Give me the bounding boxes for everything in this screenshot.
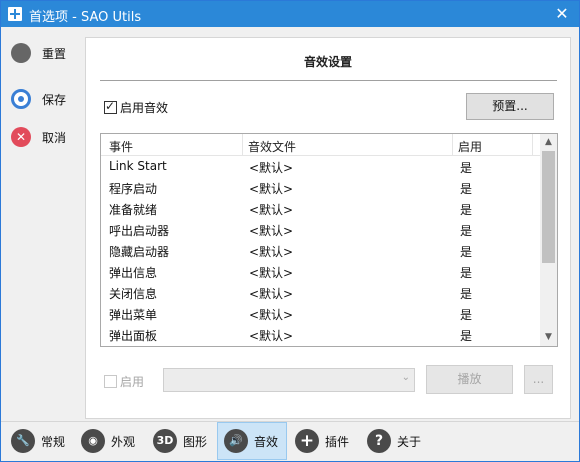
enabled-cell: 是 bbox=[460, 266, 473, 280]
save-label: 保存 bbox=[42, 92, 67, 107]
chevron-down-icon: ⌄ bbox=[401, 372, 410, 383]
enable-sfx-label: 启用音效 bbox=[120, 101, 169, 115]
save-icon bbox=[11, 89, 31, 109]
app-icon bbox=[8, 7, 22, 21]
event-cell: 隐藏启动器 bbox=[109, 245, 170, 259]
file-cell: <默认> bbox=[249, 203, 294, 217]
file-cell: <默认> bbox=[249, 245, 294, 259]
tab-label: 插件 bbox=[325, 434, 350, 449]
section-title: 音效设置 bbox=[303, 55, 352, 69]
table-row[interactable]: 隐藏启动器 <默认> 是 bbox=[101, 240, 541, 261]
list-header: 事件 音效文件 启用 bbox=[101, 134, 541, 156]
tab-sound[interactable]: 🔊 音效 bbox=[217, 422, 287, 460]
tab-label: 常规 bbox=[41, 434, 66, 449]
list-scrollbar[interactable]: ▲ ▼ bbox=[540, 134, 557, 346]
file-cell: <默认> bbox=[249, 161, 294, 175]
event-cell: 准备就绪 bbox=[109, 203, 158, 217]
close-button[interactable]: ✕ bbox=[551, 3, 573, 25]
enable-sfx-checkbox[interactable]: 启用音效 bbox=[104, 99, 168, 116]
window-title: 首选项 - SAO Utils bbox=[29, 10, 142, 25]
tab-appearance[interactable]: ◉ 外观 bbox=[75, 422, 145, 460]
plus-icon: + bbox=[295, 429, 319, 453]
table-row[interactable]: 弹出菜单 <默认> 是 bbox=[101, 303, 541, 324]
table-row[interactable]: Link Start <默认> 是 bbox=[101, 156, 541, 177]
enabled-cell: 是 bbox=[460, 287, 473, 301]
enabled-cell: 是 bbox=[460, 245, 473, 259]
3d-icon: 3D bbox=[153, 429, 177, 453]
enabled-cell: 是 bbox=[460, 203, 473, 217]
tab-plugins[interactable]: + 插件 bbox=[289, 422, 359, 460]
title-bar: 首选项 - SAO Utils ✕ bbox=[1, 1, 579, 27]
event-cell: 程序启动 bbox=[109, 182, 158, 196]
sound-event-list[interactable]: 事件 音效文件 启用 Link Start <默认> 是 程序启动 <默认> 是… bbox=[100, 133, 558, 347]
file-cell: <默认> bbox=[249, 287, 294, 301]
eye-icon: ◉ bbox=[81, 429, 105, 453]
category-tab-bar: 🔧 常规 ◉ 外观 3D 图形 🔊 音效 + 插件 ? 关于 bbox=[1, 421, 579, 461]
scroll-up-arrow-icon[interactable]: ▲ bbox=[540, 134, 557, 151]
save-action[interactable]: 保存 bbox=[11, 87, 66, 111]
reset-label: 重置 bbox=[42, 46, 67, 61]
cancel-label: 取消 bbox=[42, 130, 67, 145]
table-row[interactable]: 弹出面板 <默认> 是 bbox=[101, 324, 541, 345]
tab-about[interactable]: ? 关于 bbox=[361, 422, 431, 460]
scroll-down-arrow-icon[interactable]: ▼ bbox=[540, 329, 557, 346]
browse-button[interactable]: ... bbox=[524, 365, 553, 394]
enabled-cell: 是 bbox=[460, 329, 473, 343]
play-button[interactable]: 播放 bbox=[426, 365, 513, 394]
table-row[interactable]: 关闭信息 <默认> 是 bbox=[101, 282, 541, 303]
event-cell: 呼出启动器 bbox=[109, 224, 170, 238]
column-separator[interactable] bbox=[242, 134, 243, 156]
tab-label: 音效 bbox=[254, 434, 279, 449]
tab-label: 图形 bbox=[183, 434, 208, 449]
reset-action[interactable]: 重置 bbox=[11, 41, 66, 65]
table-row[interactable]: 呼出启动器 <默认> 是 bbox=[101, 219, 541, 240]
sound-settings-panel: 音效设置 启用音效 预置... 事件 音效文件 启用 Link Start <默… bbox=[85, 37, 571, 419]
column-separator[interactable] bbox=[532, 134, 533, 156]
tab-graphics[interactable]: 3D 图形 bbox=[147, 422, 215, 460]
enabled-cell: 是 bbox=[460, 182, 473, 196]
enable-sfx-check-box[interactable] bbox=[104, 99, 117, 114]
enabled-cell: 是 bbox=[460, 161, 473, 175]
cancel-action[interactable]: ✕ 取消 bbox=[11, 125, 66, 149]
scrollbar-thumb[interactable] bbox=[542, 151, 555, 263]
event-cell: 弹出面板 bbox=[109, 329, 158, 343]
column-header-file[interactable]: 音效文件 bbox=[248, 138, 296, 155]
file-cell: <默认> bbox=[249, 329, 294, 343]
column-header-event[interactable]: 事件 bbox=[109, 138, 133, 155]
file-cell: <默认> bbox=[249, 308, 294, 322]
table-row[interactable]: 弹出信息 <默认> 是 bbox=[101, 261, 541, 282]
wrench-icon: 🔧 bbox=[11, 429, 35, 453]
preferences-window: 首选项 - SAO Utils ✕ 重置 保存 ✕ 取消 音效设置 启用音效 预… bbox=[0, 0, 580, 462]
reset-icon bbox=[11, 43, 31, 63]
section-divider bbox=[100, 80, 557, 81]
cancel-icon: ✕ bbox=[11, 127, 31, 147]
file-cell: <默认> bbox=[249, 224, 294, 238]
tab-label: 关于 bbox=[397, 434, 422, 449]
event-cell: Link Start bbox=[109, 159, 167, 173]
event-enable-checkbox[interactable]: 启用 bbox=[104, 373, 144, 390]
event-enable-check-box[interactable] bbox=[104, 375, 117, 388]
help-icon: ? bbox=[367, 429, 391, 453]
tab-general[interactable]: 🔧 常规 bbox=[5, 422, 71, 460]
enabled-cell: 是 bbox=[460, 308, 473, 322]
event-cell: 弹出信息 bbox=[109, 266, 158, 280]
file-cell: <默认> bbox=[249, 266, 294, 280]
speaker-icon: 🔊 bbox=[224, 429, 248, 453]
preset-button[interactable]: 预置... bbox=[466, 93, 554, 120]
enabled-cell: 是 bbox=[460, 224, 473, 238]
table-row[interactable]: 程序启动 <默认> 是 bbox=[101, 177, 541, 198]
event-cell: 关闭信息 bbox=[109, 287, 158, 301]
file-cell: <默认> bbox=[249, 182, 294, 196]
sound-file-select[interactable]: ⌄ bbox=[163, 368, 415, 392]
column-header-enabled[interactable]: 启用 bbox=[458, 138, 482, 155]
event-cell: 弹出菜单 bbox=[109, 308, 158, 322]
column-separator[interactable] bbox=[452, 134, 453, 156]
tab-label: 外观 bbox=[111, 434, 136, 449]
event-enable-label: 启用 bbox=[120, 375, 145, 389]
table-row[interactable]: 准备就绪 <默认> 是 bbox=[101, 198, 541, 219]
